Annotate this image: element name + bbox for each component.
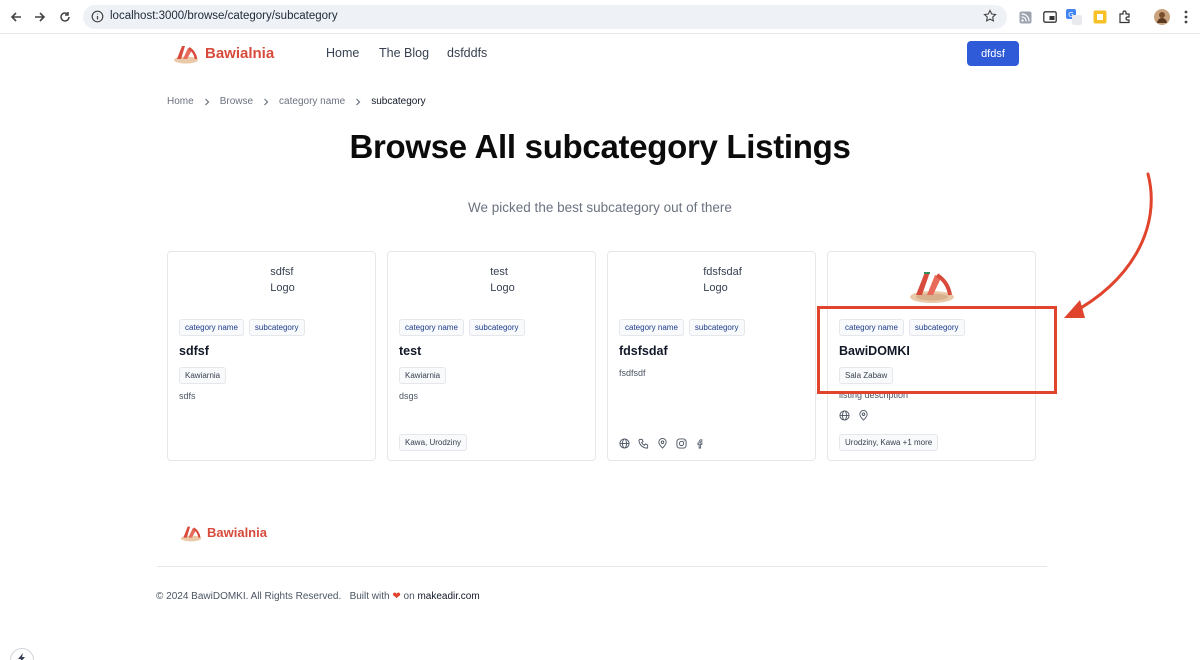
svg-text:G: G xyxy=(1068,11,1073,19)
tag-list: category name subcategory xyxy=(399,319,525,336)
slide-logo-icon xyxy=(909,272,954,303)
image-alt-text: Logo xyxy=(490,282,515,294)
map-pin-icon[interactable] xyxy=(858,410,869,421)
broken-image-logo: sdfsf Logo xyxy=(168,264,375,296)
notes-extension-icon[interactable] xyxy=(1092,9,1108,25)
image-alt-text: sdfsf xyxy=(270,266,294,278)
browser-menu-icon[interactable] xyxy=(1178,9,1194,25)
globe-icon[interactable] xyxy=(619,438,630,449)
footer-logo[interactable]: Bawialnia xyxy=(180,523,267,542)
reload-button[interactable] xyxy=(55,7,75,27)
listing-description: sdfs xyxy=(179,391,196,401)
broken-image-logo: fdsfsdaf Logo xyxy=(608,264,815,296)
lightning-icon xyxy=(18,653,25,660)
extensions-puzzle-icon[interactable] xyxy=(1117,9,1133,25)
footer-copyright: © 2024 BawiDOMKI. All Rights Reserved. B… xyxy=(156,591,480,602)
browser-toolbar: localhost:3000/browse/category/subcatego… xyxy=(0,0,1200,34)
chevron-right-icon xyxy=(204,98,210,106)
brand-name: Bawialnia xyxy=(205,44,275,62)
listing-badge: Kawiarnia xyxy=(179,367,227,384)
facebook-icon[interactable] xyxy=(695,438,706,449)
slide-logo-icon xyxy=(180,526,202,542)
back-button[interactable] xyxy=(6,7,26,27)
contact-icons xyxy=(619,438,706,449)
subcategory-tag[interactable]: subcategory xyxy=(468,319,525,336)
page-title: Browse All subcategory Listings xyxy=(349,128,851,165)
listing-title[interactable]: test xyxy=(399,344,421,358)
site-logo[interactable]: Bawialnia xyxy=(173,42,274,64)
listing-title[interactable]: sdfsf xyxy=(179,344,209,358)
heart-icon: ❤ xyxy=(392,591,401,602)
nav-dsfddfs[interactable]: dsfddfs xyxy=(447,46,487,60)
phone-icon[interactable] xyxy=(638,438,649,449)
listing-footer-tags: Kawa, Urodziny xyxy=(399,434,468,451)
listing-card[interactable]: test Logo category name subcategory test… xyxy=(387,251,596,461)
on-text: on xyxy=(403,591,415,602)
nav-blog[interactable]: The Blog xyxy=(379,46,429,60)
header-cta-button[interactable]: dfdsf xyxy=(967,41,1019,66)
image-alt-text: fdsfsdaf xyxy=(703,266,742,278)
nav-home[interactable]: Home xyxy=(326,46,359,60)
globe-icon[interactable] xyxy=(839,410,850,421)
address-bar[interactable]: localhost:3000/browse/category/subcatego… xyxy=(83,5,1007,29)
tag-list: category name subcategory xyxy=(179,319,305,336)
forward-button[interactable] xyxy=(30,7,50,27)
annotation-highlight-box xyxy=(817,306,1057,394)
translate-extension-icon[interactable]: G xyxy=(1066,9,1082,25)
site-info-icon[interactable] xyxy=(91,10,104,28)
profile-avatar[interactable] xyxy=(1154,9,1170,25)
chevron-right-icon xyxy=(355,98,361,106)
breadcrumb-home[interactable]: Home xyxy=(167,96,194,107)
makeadir-link[interactable]: makeadir.com xyxy=(417,591,479,602)
image-alt-text: test xyxy=(490,266,508,278)
breadcrumb-browse[interactable]: Browse xyxy=(220,96,253,107)
map-pin-icon[interactable] xyxy=(657,438,668,449)
built-with-text: Built with xyxy=(349,591,390,602)
footer-divider xyxy=(157,566,1047,567)
breadcrumb: Home Browse category name subcategory xyxy=(167,96,426,107)
listing-badge: Kawiarnia xyxy=(399,367,447,384)
listing-footer-tags: Urodziny, Kawa +1 more xyxy=(839,434,939,451)
picture-in-picture-icon[interactable] xyxy=(1042,9,1058,25)
copyright-text: © 2024 BawiDOMKI. All Rights Reserved. xyxy=(156,591,342,602)
listing-description: fsdfsdf xyxy=(619,368,646,378)
tag-list: category name subcategory xyxy=(619,319,745,336)
back-arrow-icon xyxy=(10,12,21,22)
category-tag[interactable]: category name xyxy=(619,319,684,336)
listing-description: dsgs xyxy=(399,391,419,401)
reload-icon xyxy=(60,12,70,22)
listing-card[interactable]: sdfsf Logo category name subcategory sdf… xyxy=(167,251,376,461)
page-subtitle: We picked the best subcategory out of th… xyxy=(468,200,732,215)
subcategory-tag[interactable]: subcategory xyxy=(248,319,305,336)
listing-card[interactable]: fdsfsdaf Logo category name subcategory … xyxy=(607,251,816,461)
category-tag[interactable]: category name xyxy=(399,319,464,336)
listing-logo-image xyxy=(828,264,1035,304)
footer-brand-name: Bawialnia xyxy=(207,525,267,540)
bookmark-star-icon[interactable] xyxy=(983,9,997,28)
annotation-arrow-icon xyxy=(1064,172,1153,318)
url-text: localhost:3000/browse/category/subcatego… xyxy=(110,10,338,22)
subcategory-tag[interactable]: subcategory xyxy=(688,319,745,336)
chevron-right-icon xyxy=(263,98,269,106)
image-alt-text: Logo xyxy=(703,282,728,294)
category-tag[interactable]: category name xyxy=(179,319,244,336)
instagram-icon[interactable] xyxy=(676,438,687,449)
breadcrumb-category[interactable]: category name xyxy=(279,96,345,107)
forward-arrow-icon xyxy=(35,12,46,22)
broken-image-logo: test Logo xyxy=(388,264,595,296)
listing-title[interactable]: fdsfsdaf xyxy=(619,344,668,358)
contact-icons xyxy=(839,410,869,421)
rss-extension-icon[interactable] xyxy=(1017,9,1033,25)
dev-tools-button[interactable] xyxy=(10,648,34,660)
breadcrumb-current: subcategory xyxy=(371,96,426,107)
slide-logo-icon xyxy=(174,46,198,64)
image-alt-text: Logo xyxy=(270,282,295,294)
